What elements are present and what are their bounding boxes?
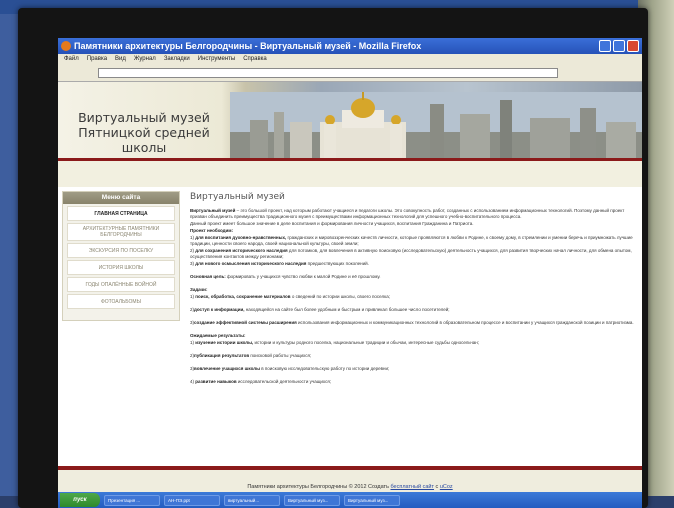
res3-text: в поисковую исследовательскую работу по … <box>259 366 390 371</box>
taskbar-item[interactable]: Виртуальный муз... <box>284 494 340 506</box>
footer-free-site-link[interactable]: бесплатный сайт <box>390 484 434 490</box>
task2-text: находящейся на сайте был более удобным и… <box>244 307 450 312</box>
paragraph-2: Данный проект имеет большое значение в д… <box>190 221 474 226</box>
res2-text: поисковой работы учащихся; <box>249 353 312 358</box>
results-heading: Ожидаемые результаты: <box>190 333 634 339</box>
need1-bold: для воспитания духовно-нравственных, <box>195 235 287 240</box>
need3-text: предшествующих поколений. <box>306 261 369 266</box>
need-item-1: 1) для воспитания духовно-нравственных, … <box>190 235 633 246</box>
res1-text: истории и культуры родного поселка, наци… <box>253 340 479 345</box>
menu-item-tour[interactable]: ЭКСКУРСИЯ ПО ПОСЕЛКУ <box>67 243 175 258</box>
need-item-2: 2) для сохранения исторического наследия… <box>190 248 632 259</box>
results-heading-text: Ожидаемые результаты: <box>190 333 246 338</box>
page-title: Виртуальный музей <box>190 192 285 202</box>
task3-bold: создание эффективной системы расширения <box>194 320 297 325</box>
task2-bold: доступ к информации, <box>194 307 245 312</box>
window-titlebar[interactable]: Памятники архитектуры Белгородчины - Вир… <box>58 38 642 54</box>
tasks-heading-text: Задачи: <box>190 287 208 292</box>
result-item-2: 2)публикация результатов поисковой работ… <box>190 353 312 358</box>
res3-bold: вовлечение учащихся школы <box>194 366 260 371</box>
intro-bold: Виртуальный музей <box>190 208 236 213</box>
goal-paragraph: Основная цель: формировать у учащихся чу… <box>190 274 634 280</box>
task-item-2: 2)доступ к информации, находящейся на са… <box>190 307 450 312</box>
task1-bold: поиск, обработка, сохранение материалов <box>195 294 291 299</box>
goal-bold: Основная цель: <box>190 274 226 279</box>
menu-item-architecture[interactable]: АРХИТЕКТУРНЫЕ ПАМЯТНИКИ БЕЛГОРОДЧИНЫ <box>67 223 175 241</box>
menu-tools[interactable]: Инструменты <box>198 54 235 64</box>
site-header: Виртуальный музей Пятницкой средней школ… <box>58 82 642 158</box>
minimize-button[interactable] <box>599 40 611 52</box>
goal-text: формировать у учащихся чувство любви к м… <box>225 274 381 279</box>
footer-ucoz-link[interactable]: uCoz <box>440 484 453 490</box>
footer-text: Памятники архитектуры Белгородчины © 201… <box>247 484 391 490</box>
menubar: Файл Правка Вид Журнал Закладки Инструме… <box>58 54 642 64</box>
taskbar-item[interactable]: Виртуальный муз... <box>344 494 400 506</box>
menu-item-home[interactable]: ГЛАВНАЯ СТРАНИЦА <box>67 206 175 221</box>
menu-bookmarks[interactable]: Закладки <box>164 54 190 64</box>
task1-text: о сведений по истории школы, своего посе… <box>290 294 390 299</box>
result-item-1: 1) изучение истории школы, истории и кул… <box>190 340 479 345</box>
need-item-3: 3) для нового осмысления исторического н… <box>190 261 369 266</box>
menu-view[interactable]: Вид <box>115 54 126 64</box>
cathedral-skyline-image <box>230 92 642 158</box>
menu-edit[interactable]: Правка <box>87 54 107 64</box>
window-controls <box>599 40 639 52</box>
res2-bold: публикация результатов <box>194 353 250 358</box>
window-title: Памятники архитектуры Белгородчины - Вир… <box>74 41 422 51</box>
navigation-toolbar <box>58 64 642 82</box>
task3-text: использования информационных и коммуника… <box>296 320 634 325</box>
subheader-band <box>58 161 642 187</box>
taskbar-item[interactable]: АН-ПЭ.ppt <box>164 494 220 506</box>
monitor-bezel: Памятники архитектуры Белгородчины - Вир… <box>18 8 648 508</box>
main-content: Виртуальный музей Виртуальный музей – эт… <box>190 192 634 386</box>
need3-bold: для нового осмысления исторического насл… <box>195 261 307 266</box>
intro-paragraph: Виртуальный музей – это большой проект, … <box>190 208 634 220</box>
start-button[interactable]: пуск <box>60 493 100 507</box>
screen: Памятники архитектуры Белгородчины - Вир… <box>58 38 642 508</box>
res1-bold: изучение истории школы, <box>195 340 254 345</box>
intro-text: – это большой проект, над которым работа… <box>190 208 625 219</box>
need2-bold: для сохранения исторического наследия <box>195 248 288 253</box>
close-button[interactable] <box>627 40 639 52</box>
taskbar-item[interactable]: Презентация ... <box>104 494 160 506</box>
site-menu: Меню сайта ГЛАВНАЯ СТРАНИЦА АРХИТЕКТУРНЫ… <box>62 191 180 321</box>
menu-item-photo-albums[interactable]: ФОТОАЛЬБОМЫ <box>67 294 175 309</box>
menu-file[interactable]: Файл <box>64 54 79 64</box>
address-bar[interactable] <box>98 68 558 78</box>
menu-help[interactable]: Справка <box>243 54 267 64</box>
menu-item-war-years[interactable]: ГОДЫ ОПАЛЁННЫЕ ВОЙНОЙ <box>67 277 175 292</box>
taskbar-item[interactable]: виртуальный... <box>224 494 280 506</box>
maximize-button[interactable] <box>613 40 625 52</box>
need-heading: Проект необходим: <box>190 228 634 234</box>
task-item-1: 1) поиск, обработка, сохранение материал… <box>190 294 390 299</box>
site-menu-heading: Меню сайта <box>63 192 179 204</box>
menu-history[interactable]: Журнал <box>134 54 156 64</box>
site-title: Виртуальный музей Пятницкой средней школ… <box>58 110 230 155</box>
site-title-line2: Пятницкой средней школы <box>78 125 210 155</box>
result-item-4: 4) развитие навыков исследовательской де… <box>190 379 332 384</box>
result-item-3: 3)вовлечение учащихся школы в поисковую … <box>190 366 390 371</box>
web-page: Виртуальный музей Пятницкой средней школ… <box>58 82 642 504</box>
windows-taskbar: пуск Презентация ... АН-ПЭ.ppt виртуальн… <box>58 492 642 508</box>
need-heading-text: Проект необходим: <box>190 228 234 233</box>
task-item-3: 3)создание эффективной системы расширени… <box>190 320 634 325</box>
res4-text: исследовательской деятельности учащихся; <box>236 379 332 384</box>
res4-bold: развитие навыков <box>195 379 237 384</box>
firefox-icon <box>61 41 71 51</box>
site-title-line1: Виртуальный музей <box>78 110 210 125</box>
menu-item-school-history[interactable]: ИСТОРИЯ ШКОЛЫ <box>67 260 175 275</box>
tasks-heading: Задачи: <box>190 287 634 293</box>
